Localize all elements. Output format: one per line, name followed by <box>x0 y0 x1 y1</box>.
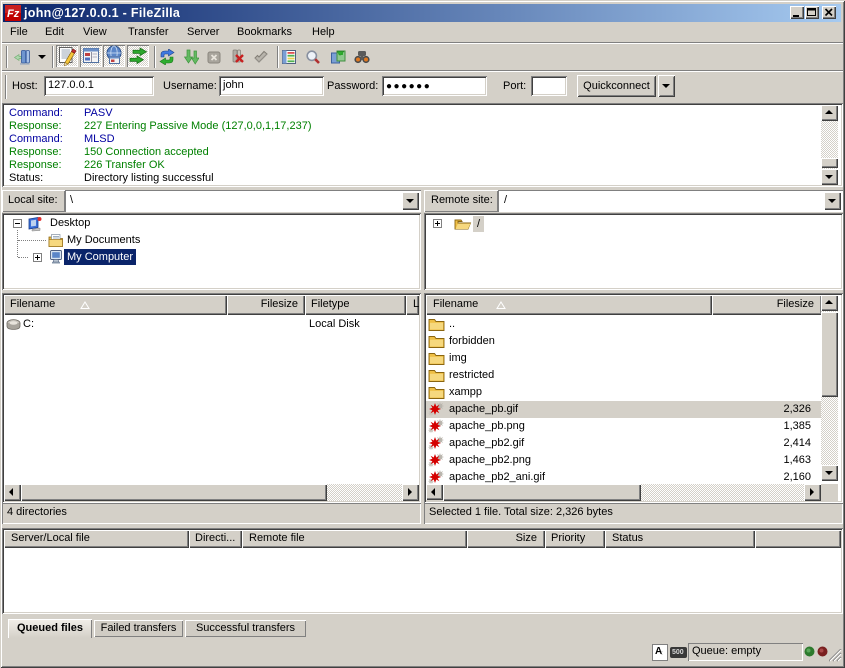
svg-text:Fz: Fz <box>7 8 20 20</box>
